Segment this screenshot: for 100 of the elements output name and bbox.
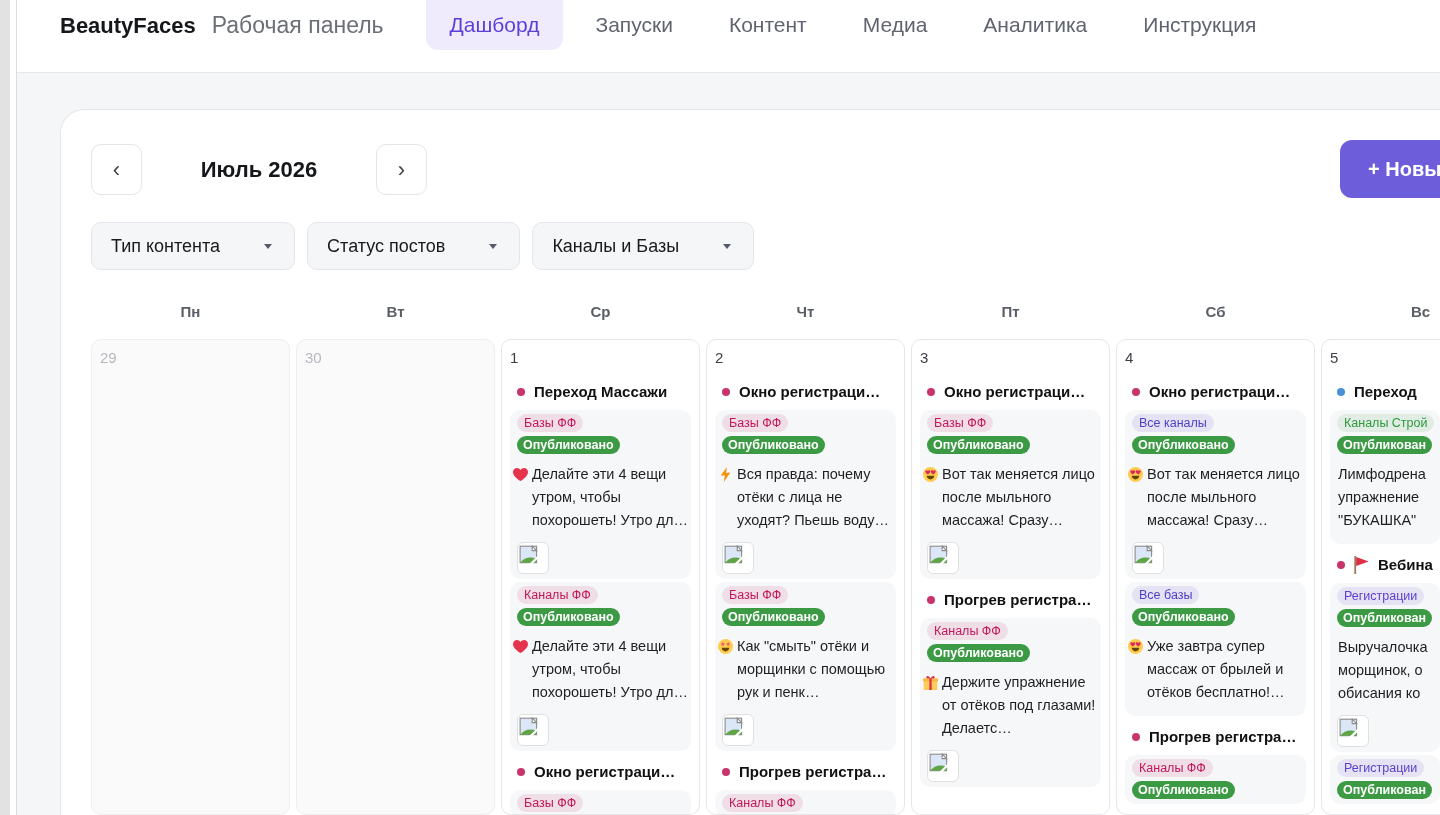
- post-card[interactable]: Базы ФФ Опубликовано Как "смыть" отёки и морщинки с помощью рук и пенк…: [715, 582, 896, 751]
- day-cell[interactable]: 3 Окно регистраци… Базы ФФ Опубликовано Вот так меняется лицо после мыльного массажа! Сразу… Прогрев регистра… Каналы ФФ Опубликовано Держите упражнение от отёков под глазами! Делаетс…: [911, 339, 1110, 815]
- event-title[interactable]: Вебина: [1378, 553, 1433, 577]
- status-badge: Опубликован: [1337, 436, 1432, 454]
- post-card[interactable]: Базы ФФ Опубликовано Вся правда: почему отёки с лица не уходят? Пьешь воду…: [715, 410, 896, 579]
- channel-tag: Базы ФФ: [927, 414, 994, 432]
- next-month-button[interactable]: ›: [376, 143, 427, 195]
- status-badge: Опубликован: [1337, 609, 1432, 627]
- channel-tag: Каналы Строй: [1337, 414, 1435, 432]
- post-card[interactable]: Регистрации Опубликован Выручалочка морщинок, о обисания ко: [1330, 583, 1440, 752]
- day-number: 1: [510, 348, 519, 368]
- filter-dropdown[interactable]: Тип контента: [91, 222, 296, 270]
- day-number: 30: [305, 348, 322, 368]
- weekday-label: Чт: [796, 303, 815, 320]
- post-text: Вот так меняется лицо после мыльного массажа! Сразу…: [942, 465, 1096, 530]
- nav-tab[interactable]: Контент: [704, 0, 831, 50]
- event-title[interactable]: Переход: [1354, 380, 1417, 404]
- lightning-icon: [718, 467, 733, 482]
- event-title[interactable]: Прогрев регистра…: [944, 588, 1092, 612]
- filter-dropdown[interactable]: Каналы и Базы: [532, 222, 755, 270]
- status-badge: Опубликовано: [1132, 608, 1235, 626]
- workspace-subtitle: Рабочая панель: [211, 10, 384, 40]
- heart-eyes-face-icon: [1128, 639, 1143, 654]
- day-number: 29: [100, 348, 117, 368]
- channel-tag: Базы ФФ: [722, 414, 789, 432]
- post-card[interactable]: Каналы Строй Опубликован Лимфодрена упражнение "БУКАШКА": [1330, 410, 1440, 544]
- heart-icon: [513, 639, 528, 654]
- post-card[interactable]: Базы ФФ: [510, 790, 691, 814]
- status-badge: Опубликовано: [517, 608, 620, 626]
- event-title[interactable]: Прогрев регистра…: [739, 760, 887, 784]
- channel-tag: Базы ФФ: [517, 414, 584, 432]
- status-badge: Опубликовано: [927, 644, 1030, 662]
- caret-icon: [723, 243, 732, 249]
- previous-month-button[interactable]: ‹: [91, 143, 142, 195]
- weekday-label: Вт: [386, 303, 405, 320]
- day-number: 2: [715, 348, 724, 368]
- channel-tag: Каналы ФФ: [517, 586, 598, 604]
- channel-tag: Каналы ФФ: [1132, 759, 1213, 777]
- status-badge: Опубликовано: [1132, 781, 1235, 799]
- month-title: Июль 2026: [199, 155, 319, 184]
- post-card[interactable]: Регистрации Опубликован: [1330, 755, 1440, 804]
- nav-tab[interactable]: Аналитика: [959, 0, 1112, 50]
- event-title[interactable]: Окно регистраци…: [534, 760, 676, 784]
- post-card[interactable]: Каналы ФФ: [715, 790, 896, 814]
- post-text: Уже завтра супер массаж от брылей и отёков бесплатно!…: [1147, 637, 1286, 702]
- star-eyes-face-icon: [718, 639, 733, 654]
- nav-tab[interactable]: Медиа: [838, 0, 952, 50]
- nav-tab[interactable]: Дашборд: [425, 0, 564, 50]
- post-card[interactable]: Каналы ФФ Опубликовано Делайте эти 4 вещи утром, чтобы похорошеть! Утро дл…: [510, 582, 691, 751]
- event-title[interactable]: Окно регистраци…: [944, 380, 1086, 404]
- status-badge: Опубликовано: [517, 436, 620, 454]
- status-badge: Опубликовано: [1132, 436, 1235, 454]
- filter-dropdown[interactable]: Статус постов: [307, 222, 521, 270]
- gift-icon: [923, 675, 938, 690]
- nav-tab[interactable]: Инструкция: [1119, 0, 1281, 50]
- heart-eyes-face-icon: [923, 467, 938, 482]
- event-title[interactable]: Прогрев регистра…: [1149, 725, 1297, 749]
- channel-tag: Регистрации: [1337, 759, 1425, 777]
- event-title[interactable]: Переход Массажи: [534, 380, 668, 404]
- post-text: Как "смыть" отёки и морщинки с помощью рук и пенк…: [737, 637, 887, 702]
- caret-icon: [264, 243, 273, 249]
- channel-tag: Каналы ФФ: [722, 794, 803, 812]
- weekday-label: Вс: [1410, 303, 1431, 320]
- weekday-label: Ср: [590, 303, 611, 320]
- day-cell[interactable]: 1 Переход Массажи Базы ФФ Опубликовано Делайте эти 4 вещи утром, чтобы похорошеть! Утро дл… Каналы ФФ Опубликовано Делайте эти 4 вещи утром, чтобы похорошеть! Утро дл… Окно регистраци… Базы ФФ: [501, 339, 700, 815]
- post-card[interactable]: Все базы Опубликовано Уже завтра супер массаж от брылей и отёков бесплатно!…: [1125, 582, 1306, 716]
- post-card[interactable]: Все каналы Опубликовано Вот так меняется лицо после мыльного массажа! Сразу…: [1125, 410, 1306, 579]
- event-title[interactable]: Окно регистраци…: [739, 380, 881, 404]
- status-badge: Опубликовано: [927, 436, 1030, 454]
- day-number: 4: [1125, 348, 1134, 368]
- post-card[interactable]: Базы ФФ Опубликовано Делайте эти 4 вещи утром, чтобы похорошеть! Утро дл…: [510, 410, 691, 579]
- day-cell[interactable]: 2 Окно регистраци… Базы ФФ Опубликовано Вся правда: почему отёки с лица не уходят? Пьешь воду… Базы ФФ Опубликовано Как "смыть" отёки и морщинки с помощью рук и пенк… Прогрев регистра… Каналы ФФ: [706, 339, 905, 815]
- caret-icon: [489, 243, 498, 249]
- status-badge: Опубликовано: [722, 436, 825, 454]
- new-post-button[interactable]: + Новы: [1340, 140, 1440, 198]
- post-text: Делайте эти 4 вещи утром, чтобы похорошеть! Утро дл…: [532, 465, 689, 530]
- day-cell[interactable]: 5 Переход Каналы Строй Опубликован Лимфодрена упражнение "БУКАШКА" Вебина Регистрации Опубликован Выручалочка морщинок, о обисания ко Регистрации Опубликован: [1321, 339, 1440, 815]
- channel-tag: Базы ФФ: [722, 586, 789, 604]
- flag-icon: [1354, 556, 1369, 574]
- channel-tag: Все каналы: [1132, 414, 1214, 432]
- heart-eyes-face-icon: [1128, 467, 1143, 482]
- post-text: Лимфодрена упражнение "БУКАШКА": [1338, 465, 1427, 530]
- channel-tag: Базы ФФ: [517, 794, 584, 812]
- post-text: Выручалочка морщинок, о обисания ко: [1338, 638, 1429, 703]
- day-cell[interactable]: [1116, 339, 1315, 815]
- weekday-label: Сб: [1205, 303, 1226, 320]
- post-card[interactable]: Каналы ФФ Опубликовано: [1125, 755, 1306, 804]
- event-title[interactable]: Окно регистраци…: [1149, 380, 1291, 404]
- day-number: 5: [1330, 348, 1339, 368]
- post-text: Держите упражнение от отёков под глазами! Делаетс…: [942, 673, 1097, 738]
- channel-tag: Каналы ФФ: [927, 622, 1008, 640]
- weekday-label: Пн: [180, 303, 201, 320]
- channel-tag: Регистрации: [1337, 587, 1425, 605]
- day-number: 3: [920, 348, 929, 368]
- post-text: Вся правда: почему отёки с лица не уходят? Пьешь воду…: [737, 465, 890, 530]
- heart-icon: [513, 467, 528, 482]
- post-card[interactable]: Каналы ФФ Опубликовано Держите упражнение от отёков под глазами! Делаетс…: [920, 618, 1101, 787]
- post-card[interactable]: Базы ФФ Опубликовано Вот так меняется лицо после мыльного массажа! Сразу…: [920, 410, 1101, 579]
- status-badge: Опубликован: [1337, 781, 1432, 799]
- nav-tab[interactable]: Запуски: [571, 0, 697, 50]
